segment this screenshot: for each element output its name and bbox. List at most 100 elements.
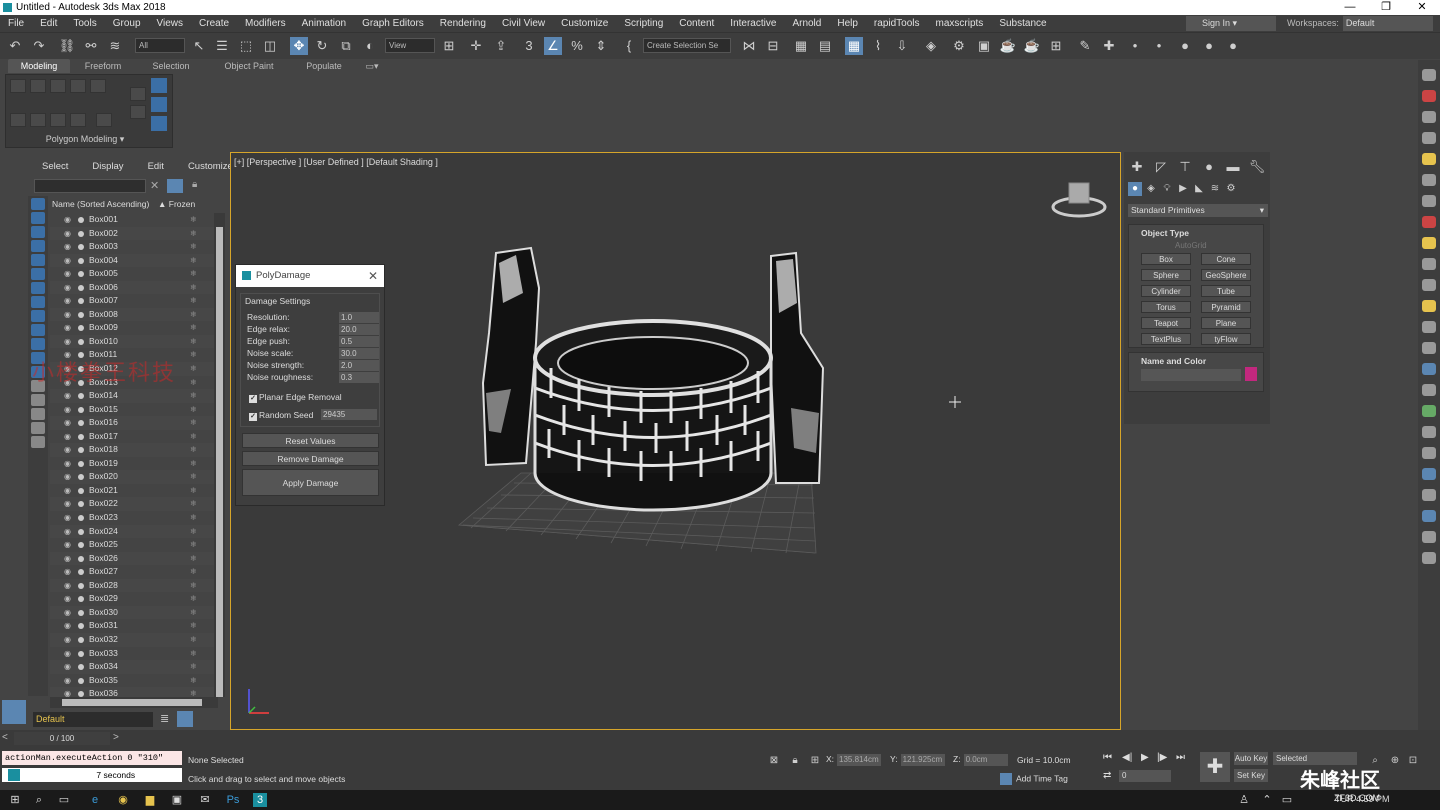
right-tool-3-icon[interactable] (1422, 111, 1436, 123)
column-name-header[interactable]: Name (Sorted Ascending) (52, 199, 149, 209)
menu-create[interactable]: Create (191, 18, 237, 29)
visibility-eye-icon[interactable]: ◉ (64, 592, 71, 606)
noise-roughness-spinner[interactable]: 0.3 (339, 372, 379, 383)
table-row[interactable]: ◉ Box017 ❄ (50, 430, 214, 444)
filter-tag-icon[interactable] (31, 436, 45, 448)
chrome-icon[interactable]: ◉ (116, 793, 130, 807)
tab-populate[interactable]: Populate (294, 59, 354, 73)
filter-spacewarps-icon[interactable] (31, 268, 45, 280)
torus-button[interactable]: Torus (1141, 301, 1191, 313)
ribbon-polygon-icon[interactable] (70, 79, 86, 93)
key-mode-icon[interactable]: ⇄ (1103, 770, 1111, 781)
align-icon[interactable]: ⊟ (764, 37, 782, 55)
shapes-icon[interactable]: ◈ (1144, 182, 1158, 196)
frozen-toggle-icon[interactable]: ❄ (190, 619, 197, 633)
people-icon[interactable]: ♙ (1237, 793, 1251, 807)
photoshop-icon[interactable]: Ps (226, 793, 240, 807)
menu-maxscripts[interactable]: maxscripts (928, 18, 992, 29)
frozen-toggle-icon[interactable]: ❄ (190, 362, 197, 376)
menu-graph-editors[interactable]: Graph Editors (354, 18, 432, 29)
noise-strength-spinner[interactable]: 2.0 (339, 360, 379, 371)
table-row[interactable]: ◉ Box009 ❄ (50, 321, 214, 335)
link-icon[interactable]: ⛓ (58, 37, 76, 55)
render-dot-icon[interactable] (78, 501, 84, 508)
visibility-eye-icon[interactable]: ◉ (64, 227, 71, 241)
visibility-eye-icon[interactable]: ◉ (64, 389, 71, 403)
select-scale-icon[interactable]: ⧉ (337, 37, 355, 55)
frozen-toggle-icon[interactable]: ❄ (190, 606, 197, 620)
table-row[interactable]: ◉ Box006 ❄ (50, 280, 214, 295)
menu-rendering[interactable]: Rendering (432, 18, 494, 29)
visibility-eye-icon[interactable]: ◉ (64, 511, 71, 525)
box-button[interactable]: Box (1141, 253, 1191, 265)
undo-icon[interactable]: ↶ (6, 37, 24, 55)
frozen-toggle-icon[interactable]: ❄ (190, 335, 197, 349)
render-iterative-icon[interactable]: ☕ (1023, 37, 1041, 55)
visibility-eye-icon[interactable]: ◉ (64, 457, 71, 471)
visibility-eye-icon[interactable]: ◉ (64, 308, 71, 322)
table-row[interactable]: ◉ Box019 ❄ (50, 457, 214, 471)
render-dot-icon[interactable] (78, 609, 84, 616)
table-row[interactable]: ◉ Box004 ❄ (50, 253, 214, 268)
scene-vertical-scrollbar[interactable] (214, 213, 225, 697)
column-frozen-header[interactable]: ▲ Frozen (158, 199, 195, 209)
workspaces-selector[interactable]: Workspaces: Default (1287, 16, 1433, 31)
visibility-eye-icon[interactable]: ◉ (64, 525, 71, 539)
bind-spacewarp-icon[interactable]: ≋ (106, 37, 124, 55)
render-dot-icon[interactable] (78, 338, 84, 345)
tube-button[interactable]: Tube (1201, 285, 1251, 297)
utilities-tab-icon[interactable]: 🔧︎ (1248, 158, 1266, 176)
tyflow-button[interactable]: tyFlow (1201, 333, 1251, 345)
render-dot-icon[interactable] (78, 284, 84, 291)
table-row[interactable]: ◉ Box010 ❄ (50, 334, 214, 349)
visibility-eye-icon[interactable]: ◉ (64, 254, 71, 268)
render-dot-icon[interactable] (78, 217, 84, 223)
frozen-toggle-icon[interactable]: ❄ (190, 511, 197, 525)
visibility-eye-icon[interactable]: ◉ (64, 443, 71, 457)
frozen-toggle-icon[interactable]: ❄ (190, 416, 197, 430)
table-row[interactable]: ◉ Box028 ❄ (50, 578, 214, 593)
scene-menu-edit[interactable]: Edit (136, 158, 176, 176)
current-frame-field[interactable]: 0 (1119, 770, 1171, 782)
visibility-eye-icon[interactable]: ◉ (64, 619, 71, 633)
menu-interactive[interactable]: Interactive (722, 18, 784, 29)
render-dot-icon[interactable] (78, 393, 84, 400)
goto-end-icon[interactable]: ⏭ (1176, 752, 1185, 763)
menu-file[interactable]: File (0, 18, 32, 29)
table-row[interactable]: ◉ Box022 ❄ (50, 497, 214, 512)
maxscript-input[interactable]: 7 seconds (2, 768, 182, 782)
visibility-eye-icon[interactable]: ◉ (64, 213, 71, 227)
edge-push-spinner[interactable]: 0.5 (339, 336, 379, 347)
unlink-icon[interactable]: ⚯ (82, 37, 100, 55)
add-time-tag[interactable]: Add Time Tag (1000, 773, 1068, 785)
frozen-toggle-icon[interactable]: ❄ (190, 348, 197, 362)
menu-content[interactable]: Content (671, 18, 722, 29)
hscroll-thumb[interactable] (62, 699, 202, 706)
random-seed-checkbox[interactable]: ✓ Random Seed (249, 410, 313, 421)
frozen-toggle-icon[interactable]: ❄ (190, 213, 197, 227)
create-icon[interactable]: ✚ (1100, 37, 1118, 55)
select-rotate-icon[interactable]: ↻ (313, 37, 331, 55)
curve-editor-icon[interactable]: ⌇ (869, 37, 887, 55)
time-slider-value[interactable]: 0 / 100 (14, 732, 110, 745)
absolute-mode-icon[interactable]: ⊞ (806, 752, 824, 770)
table-row[interactable]: ◉ Box034 ❄ (50, 660, 214, 674)
reference-coord-dropdown[interactable]: View (385, 38, 435, 53)
table-row[interactable]: ◉ Box007 ❄ (50, 294, 214, 308)
render-dot-icon[interactable] (78, 447, 84, 454)
ribbon-stack-icon[interactable] (70, 113, 86, 127)
render-dot-icon[interactable] (78, 677, 84, 684)
frozen-toggle-icon[interactable]: ❄ (190, 674, 197, 688)
table-row[interactable]: ◉ Box015 ❄ (50, 403, 214, 417)
filter-helpers-icon[interactable] (31, 254, 45, 266)
visibility-eye-icon[interactable]: ◉ (64, 484, 71, 498)
ribbon-preserve-icon[interactable] (30, 113, 46, 127)
tab-freeform[interactable]: Freeform (72, 59, 134, 73)
create-tab-icon[interactable]: ✚ (1128, 158, 1146, 176)
menu-group[interactable]: Group (105, 18, 149, 29)
render-dot-icon[interactable] (78, 230, 84, 237)
set-key-button[interactable]: Set Key (1234, 769, 1268, 782)
right-tool-24-icon[interactable] (1422, 552, 1436, 564)
selection-lock-icon[interactable]: 🔒︎ (786, 752, 804, 770)
frozen-toggle-icon[interactable]: ❄ (190, 294, 197, 308)
